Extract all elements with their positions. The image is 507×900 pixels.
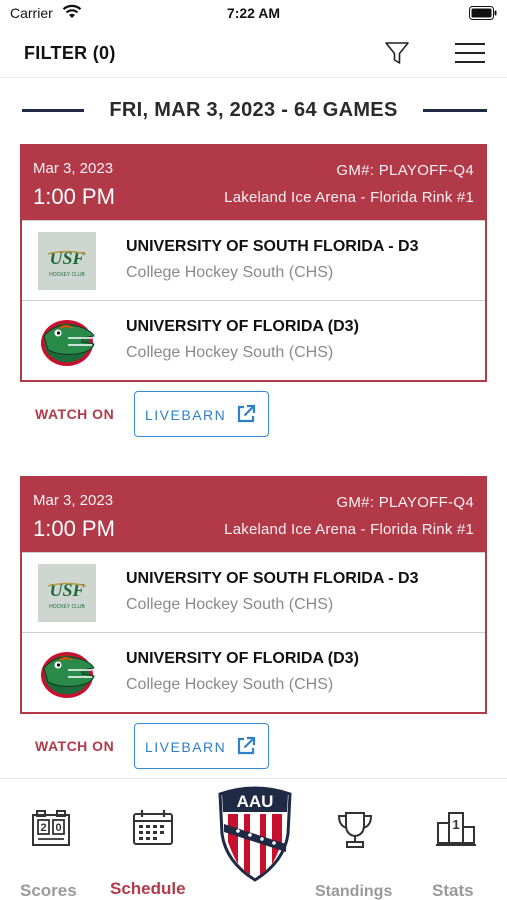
team-name: UNIVERSITY OF SOUTH FLORIDA - D3 xyxy=(126,238,419,255)
status-bar: Carrier 7:22 AM xyxy=(0,0,507,30)
divider-line-right xyxy=(423,109,487,112)
trophy-icon xyxy=(337,812,373,848)
game-time: 1:00 PM xyxy=(33,184,115,209)
external-link-icon xyxy=(237,736,256,755)
tab-standings[interactable]: Standings xyxy=(305,779,405,900)
team-row[interactable]: USF HOCKEY CLUB UNIVERSITY OF SOUTH FLOR… xyxy=(22,552,485,632)
filter-icon[interactable] xyxy=(383,39,411,67)
team-row[interactable]: UNIVERSITY OF FLORIDA (D3) College Hocke… xyxy=(22,300,485,380)
game-number: GM#: PLAYOFF-Q4 xyxy=(336,494,474,511)
game-number: GM#: PLAYOFF-Q4 xyxy=(336,162,474,179)
watch-on-label: WATCH ON xyxy=(35,738,115,754)
game-card[interactable]: Mar 3, 2023 GM#: PLAYOFF-Q4 1:00 PM Lake… xyxy=(20,476,487,714)
tab-label: Standings xyxy=(315,883,393,900)
game-date: Mar 3, 2023 xyxy=(33,492,114,509)
usf-logo-subtext: HOCKEY CLUB xyxy=(49,272,85,278)
team-league: College Hockey South (CHS) xyxy=(126,344,334,361)
svg-text:1: 1 xyxy=(452,817,459,832)
gator-logo xyxy=(41,320,95,366)
tab-schedule[interactable]: Schedule xyxy=(102,779,204,900)
tab-stats[interactable]: 1 Stats xyxy=(405,779,507,900)
usf-logo-subtext: HOCKEY CLUB xyxy=(49,604,85,610)
aau-logo-text: AAU xyxy=(237,792,274,811)
team-league: College Hockey South (CHS) xyxy=(126,596,334,613)
team-league: College Hockey South (CHS) xyxy=(126,264,334,281)
svg-text:0: 0 xyxy=(55,822,61,834)
game-card[interactable]: Mar 3, 2023 GM#: PLAYOFF-Q4 1:00 PM Lake… xyxy=(20,144,487,382)
svg-text:2: 2 xyxy=(40,822,46,834)
game-time: 1:00 PM xyxy=(33,516,115,541)
usf-logo: USF HOCKEY CLUB xyxy=(38,232,96,290)
top-bar: FILTER (0) xyxy=(0,30,507,78)
scoreboard-icon: 2 0 xyxy=(32,810,70,846)
game-venue: Lakeland Ice Arena - Florida Rink #1 xyxy=(224,521,474,538)
tab-label: Schedule xyxy=(110,879,186,898)
watch-on-label: WATCH ON xyxy=(35,406,115,422)
aau-logo[interactable]: AAU xyxy=(214,782,296,882)
team-league: College Hockey South (CHS) xyxy=(126,676,334,693)
tab-scores[interactable]: 2 0 Scores xyxy=(0,779,102,900)
team-name: UNIVERSITY OF FLORIDA (D3) xyxy=(126,650,359,667)
calendar-icon xyxy=(133,810,173,845)
hamburger-menu-icon[interactable] xyxy=(455,42,485,64)
livebarn-label: LIVEBARN xyxy=(145,407,227,423)
podium-icon: 1 xyxy=(436,812,476,846)
tab-label: Scores xyxy=(20,881,77,900)
filter-button[interactable]: FILTER (0) xyxy=(24,43,116,64)
team-row[interactable]: USF HOCKEY CLUB UNIVERSITY OF SOUTH FLOR… xyxy=(22,220,485,300)
battery-icon xyxy=(469,6,497,20)
gator-logo xyxy=(41,652,95,698)
livebarn-button[interactable]: LIVEBARN xyxy=(134,391,269,437)
team-name: UNIVERSITY OF SOUTH FLORIDA - D3 xyxy=(126,570,419,587)
livebarn-label: LIVEBARN xyxy=(145,739,227,755)
team-name: UNIVERSITY OF FLORIDA (D3) xyxy=(126,318,359,335)
external-link-icon xyxy=(237,404,256,423)
usf-logo: USF HOCKEY CLUB xyxy=(38,564,96,622)
game-card-header: Mar 3, 2023 GM#: PLAYOFF-Q4 1:00 PM Lake… xyxy=(22,478,485,552)
clock: 7:22 AM xyxy=(226,5,281,21)
team-row[interactable]: UNIVERSITY OF FLORIDA (D3) College Hocke… xyxy=(22,632,485,712)
livebarn-button[interactable]: LIVEBARN xyxy=(134,723,269,769)
game-venue: Lakeland Ice Arena - Florida Rink #1 xyxy=(224,189,474,206)
game-card-header: Mar 3, 2023 GM#: PLAYOFF-Q4 1:00 PM Lake… xyxy=(22,146,485,220)
tab-label: Stats xyxy=(432,881,474,900)
date-header: FRI, MAR 3, 2023 - 64 GAMES xyxy=(0,96,507,126)
game-date: Mar 3, 2023 xyxy=(33,160,114,177)
